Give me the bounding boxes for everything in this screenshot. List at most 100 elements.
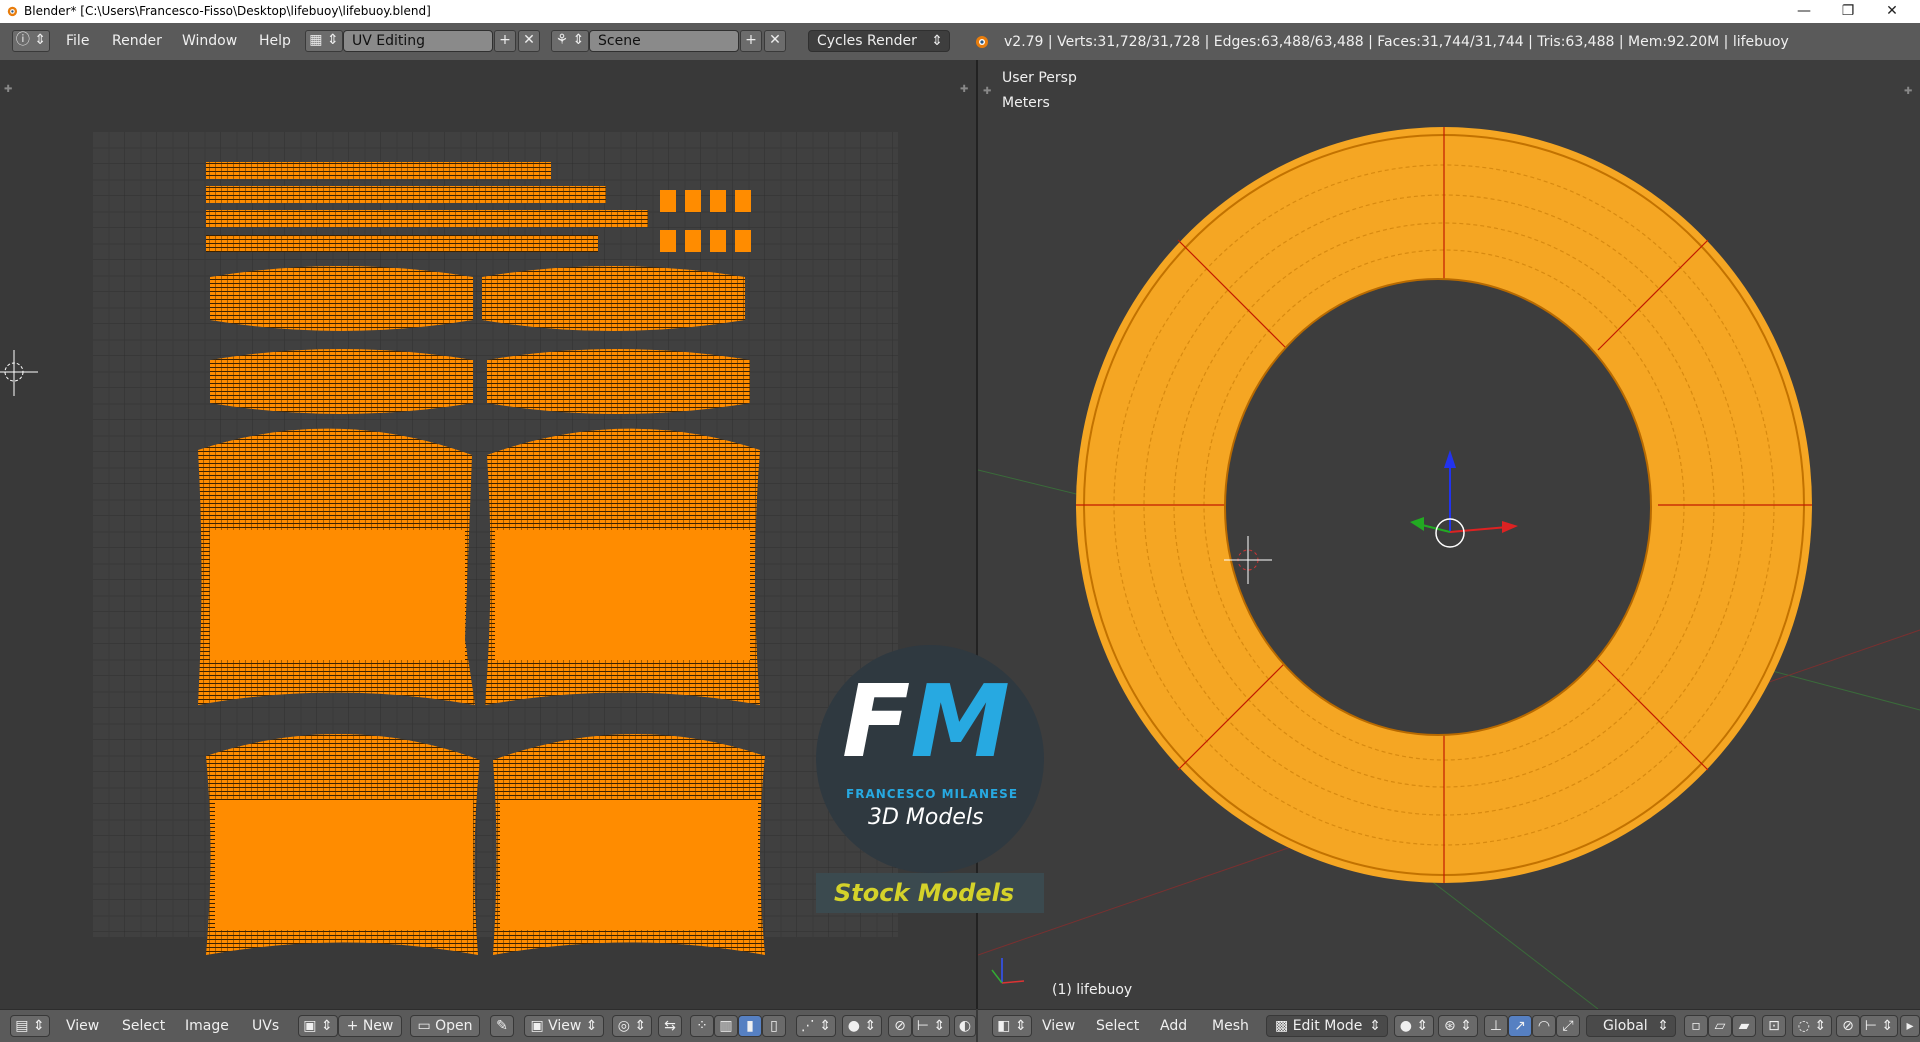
island-select-icon[interactable]: ▯ — [762, 1015, 786, 1037]
render-icon[interactable]: ▸ — [1900, 1015, 1920, 1037]
menu-file[interactable]: File — [66, 33, 89, 49]
open-image-button[interactable]: ▭ Open — [410, 1015, 480, 1037]
monogram-f: F — [842, 663, 911, 780]
render-engine-select[interactable]: Cycles Render ⇕ — [808, 30, 950, 52]
sticky-select-icon[interactable]: ⋰ ⇕ — [796, 1015, 836, 1037]
region-toggle-icon[interactable]: ✚ — [960, 84, 968, 95]
window-titlebar: Blender* [C:\Users\Francesco-Fisso\Deskt… — [0, 0, 1920, 23]
2d-cursor-icon — [0, 350, 38, 396]
new-image-label: New — [362, 1018, 394, 1034]
view-mode-label: View — [548, 1018, 582, 1034]
menu-window[interactable]: Window — [182, 33, 237, 49]
watermark-tagline: 3D Models — [868, 805, 984, 830]
region-toggle-icon[interactable]: ✚ — [1904, 86, 1912, 97]
chevron-updown-icon: ⇕ — [1657, 1018, 1669, 1034]
window-title: Blender* [C:\Users\Francesco-Fisso\Deskt… — [24, 4, 431, 18]
uv-menu-image[interactable]: Image — [185, 1018, 229, 1034]
plus-icon: + — [346, 1018, 363, 1034]
snap-icon[interactable]: ⊘ — [1836, 1015, 1860, 1037]
region-toggle-icon[interactable]: ✚ — [983, 86, 991, 97]
screen-layout-icon[interactable]: ▦ ⇕ — [305, 30, 343, 52]
editor-type-icon[interactable]: ▤ ⇕ — [10, 1015, 50, 1037]
units-label: Meters — [1002, 95, 1050, 111]
translate-manipulator-icon[interactable]: ↗ — [1508, 1015, 1532, 1037]
mode-select[interactable]: ▩ Edit Mode ⇕ — [1266, 1015, 1388, 1037]
chevron-updown-icon: ⇕ — [931, 33, 943, 49]
axis-gizmo-icon — [991, 958, 1025, 984]
scale-manipulator-icon[interactable]: ⤢ — [1556, 1015, 1580, 1037]
delete-scene-button[interactable]: ✕ — [764, 30, 786, 52]
new-image-button[interactable]: + New — [338, 1015, 402, 1037]
edge-select-icon[interactable]: ▱ — [1708, 1015, 1732, 1037]
scene-statistics: v2.79 | Verts:31,728/31,728 | Edges:63,4… — [1004, 34, 1789, 50]
snap-element-icon[interactable]: ⊢ ⇕ — [912, 1015, 950, 1037]
info-icon[interactable]: ⓘ ⇕ — [12, 30, 50, 52]
uv-editor-header: ▤ ⇕ View Select Image UVs ▣ ⇕ + New ▭ Op… — [0, 1009, 976, 1042]
active-object-label: (1) lifebuoy — [1052, 982, 1133, 998]
add-scene-button[interactable]: + — [740, 30, 762, 52]
face-select-icon[interactable]: ▰ — [1732, 1015, 1756, 1037]
open-image-label: Open — [435, 1018, 473, 1034]
blender-logo-icon — [7, 6, 18, 17]
image-icon[interactable]: ▣ ⇕ — [298, 1015, 338, 1037]
edge-select-icon[interactable]: ▥ — [714, 1015, 738, 1037]
minimize-button[interactable]: — — [1782, 0, 1826, 23]
view-mode-icon: ▣ — [530, 1018, 549, 1034]
mode-label: Edit Mode — [1292, 1018, 1363, 1034]
monogram-m: M — [910, 663, 1010, 780]
snap-element-icon[interactable]: ⊢ ⇕ — [1860, 1015, 1898, 1037]
pivot-icon[interactable]: ⊛ ⇕ — [1438, 1015, 1478, 1037]
editor-type-icon[interactable]: ◧ ⇕ — [992, 1015, 1032, 1037]
uv-menu-select[interactable]: Select — [122, 1018, 165, 1034]
vp-menu-mesh[interactable]: Mesh — [1212, 1018, 1249, 1034]
add-layout-button[interactable]: + — [494, 30, 516, 52]
vertex-select-icon[interactable]: ⁘ — [690, 1015, 714, 1037]
pivot-icon[interactable]: ◎ ⇕ — [612, 1015, 652, 1037]
info-header: ⓘ ⇕ File Render Window Help ▦ ⇕ UV Editi… — [0, 23, 1920, 61]
uv-menu-uvs[interactable]: UVs — [252, 1018, 279, 1034]
watermark-banner: Stock Models — [816, 873, 1044, 913]
vp-menu-view[interactable]: View — [1042, 1018, 1075, 1034]
orientation-select[interactable]: Global ⇕ — [1586, 1015, 1676, 1037]
region-toggle-icon[interactable]: ✚ — [4, 84, 12, 95]
edit-mode-icon: ▩ — [1275, 1018, 1293, 1034]
view-perspective-label: User Persp — [1002, 70, 1077, 86]
snap-icon[interactable]: ⊘ — [888, 1015, 912, 1037]
vp-menu-select[interactable]: Select — [1096, 1018, 1139, 1034]
restore-button[interactable]: ❐ — [1826, 0, 1870, 23]
vp-menu-add[interactable]: Add — [1160, 1018, 1187, 1034]
viewport-header: ◧ ⇕ View Select Add Mesh ▩ Edit Mode ⇕ ● … — [978, 1009, 1920, 1042]
uv-menu-view[interactable]: View — [66, 1018, 99, 1034]
watermark-brand: FRANCESCO MILANESE — [846, 787, 1019, 801]
close-window-button[interactable]: ✕ — [1870, 0, 1914, 23]
menu-help[interactable]: Help — [259, 33, 291, 49]
viewport-canvas[interactable]: ✚ ✚ — [978, 60, 1920, 1009]
render-engine-label: Cycles Render — [817, 33, 917, 49]
folder-icon: ▭ — [417, 1018, 436, 1034]
rotate-manipulator-icon[interactable]: ◠ — [1532, 1015, 1556, 1037]
delete-layout-button[interactable]: ✕ — [518, 30, 540, 52]
manipulator-icon[interactable]: ⊥ — [1484, 1015, 1508, 1037]
scene-field[interactable]: Scene — [589, 30, 739, 52]
view-mode-select[interactable]: ▣ View ⇕ — [524, 1015, 604, 1037]
screen-layout-field[interactable]: UV Editing — [343, 30, 493, 52]
blender-logo-icon — [976, 36, 988, 48]
3d-viewport[interactable]: ✚ ✚ User Persp Meters (1) lifebuoy — [978, 60, 1920, 1009]
uv-sync-icon[interactable]: ⇆ — [658, 1015, 682, 1037]
vertex-select-icon[interactable]: ▫ — [1684, 1015, 1708, 1037]
uv-channel-icon[interactable]: ◐ — [954, 1015, 976, 1037]
menu-render[interactable]: Render — [112, 33, 162, 49]
orientation-label: Global — [1603, 1018, 1648, 1034]
face-select-icon[interactable]: ▮ — [738, 1015, 762, 1037]
lifebuoy-mesh — [1076, 127, 1812, 883]
watermark: FM FRANCESCO MILANESE 3D Models Stock Mo… — [816, 645, 1048, 917]
proportional-icon[interactable]: ● ⇕ — [842, 1015, 882, 1037]
watermark-monogram: FM — [842, 667, 1010, 777]
proportional-icon[interactable]: ◌ ⇕ — [1792, 1015, 1832, 1037]
scene-icon[interactable]: ⚘ ⇕ — [551, 30, 589, 52]
limit-selection-icon[interactable]: ⊡ — [1762, 1015, 1786, 1037]
viewport-shading-icon[interactable]: ● ⇕ — [1394, 1015, 1434, 1037]
pin-icon[interactable]: ✎ — [490, 1015, 514, 1037]
watermark-banner-text: Stock Models — [834, 879, 1015, 907]
chevron-updown-icon: ⇕ — [1369, 1018, 1381, 1034]
